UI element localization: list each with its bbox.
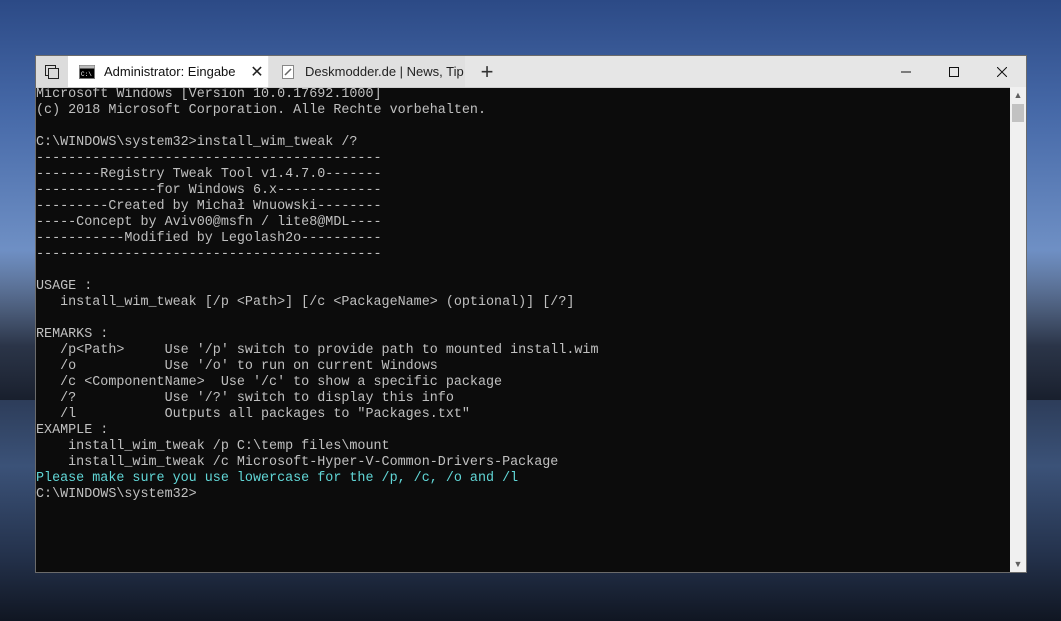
terminal-window: C:\ Administrator: Eingabe ✕ Deskmodder.… <box>35 55 1027 573</box>
minimize-button[interactable] <box>882 56 930 87</box>
tab-overview-button[interactable] <box>36 56 68 87</box>
close-icon <box>997 66 1007 77</box>
tab-label: Deskmodder.de | News, Tip <box>305 64 464 79</box>
console-line: ---------------for Windows 6.x----------… <box>36 183 382 198</box>
console-line: REMARKS : <box>36 327 109 342</box>
console-line: USAGE : <box>36 279 93 294</box>
console-line: EXAMPLE : <box>36 423 109 438</box>
maximize-icon <box>949 66 959 77</box>
console-line: /c <ComponentName> Use '/c' to show a sp… <box>36 375 503 390</box>
maximize-button[interactable] <box>930 56 978 87</box>
console-line: /o Use '/o' to run on current Windows <box>36 359 438 374</box>
console-line: /l Outputs all packages to "Packages.txt… <box>36 407 470 422</box>
caption-buttons <box>882 56 1026 87</box>
console-line: install_wim_tweak /p C:\temp files\mount <box>36 439 390 454</box>
console-output[interactable]: Microsoft Windows [Version 10.0.17692.10… <box>36 87 1010 572</box>
console-prompt: C:\WINDOWS\system32> <box>36 487 197 502</box>
console-line: Microsoft Windows [Version 10.0.17692.10… <box>36 87 382 102</box>
tab-deskmodder[interactable]: Deskmodder.de | News, Tip <box>269 56 465 87</box>
console-line: C:\WINDOWS\system32>install_wim_tweak /? <box>36 135 358 150</box>
console-line: install_wim_tweak /c Microsoft-Hyper-V-C… <box>36 455 559 470</box>
console-line: (c) 2018 Microsoft Corporation. Alle Rec… <box>36 103 486 118</box>
console-line: install_wim_tweak [/p <Path>] [/c <Packa… <box>36 295 575 310</box>
close-window-button[interactable] <box>978 56 1026 87</box>
console-line: ---------Created by Michał Wnuowski-----… <box>36 199 382 214</box>
console-line: /? Use '/?' switch to display this info <box>36 391 454 406</box>
page-icon <box>282 64 294 79</box>
console-text: Microsoft Windows [Version 10.0.17692.10… <box>36 87 1010 503</box>
console-line: ----------------------------------------… <box>36 151 382 166</box>
minimize-icon <box>901 71 911 72</box>
cmd-icon: C:\ <box>79 64 95 79</box>
console-line: -----------Modified by Legolash2o-------… <box>36 231 382 246</box>
tab-label: Administrator: Eingabe <box>104 64 236 79</box>
tab-close-button[interactable]: ✕ <box>246 62 268 82</box>
scroll-up-arrow-icon[interactable]: ▲ <box>1010 87 1026 103</box>
scroll-down-arrow-icon[interactable]: ▼ <box>1010 556 1026 572</box>
console-highlight-line: Please make sure you use lowercase for t… <box>36 471 519 486</box>
console-line: /p<Path> Use '/p' switch to provide path… <box>36 343 599 358</box>
svg-text:C:\: C:\ <box>81 71 92 78</box>
tab-overview-icon <box>45 64 59 79</box>
console-line: ----------------------------------------… <box>36 247 382 262</box>
scrollbar-thumb[interactable] <box>1012 104 1024 122</box>
title-bar[interactable]: C:\ Administrator: Eingabe ✕ Deskmodder.… <box>36 56 1026 88</box>
new-tab-button[interactable]: + <box>473 56 501 87</box>
console-line: --------Registry Tweak Tool v1.4.7.0----… <box>36 167 382 182</box>
console-line: -----Concept by Aviv00@msfn / lite8@MDL-… <box>36 215 382 230</box>
vertical-scrollbar[interactable]: ▲ ▼ <box>1010 87 1026 572</box>
tab-administrator[interactable]: C:\ Administrator: Eingabe ✕ <box>68 56 268 87</box>
